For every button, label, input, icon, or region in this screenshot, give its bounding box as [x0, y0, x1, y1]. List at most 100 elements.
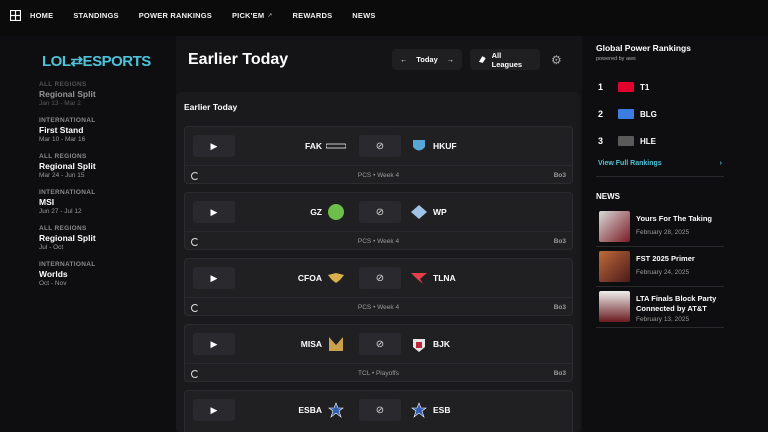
event-region: INTERNATIONAL: [39, 117, 96, 124]
match-card[interactable]: ▶ CFOA ⊘ TLNA PCS • Week 4 Bo3: [184, 258, 573, 316]
match-card[interactable]: ▶ FAK ⊘ HKUF PCS • Week 4 Bo3: [184, 126, 573, 184]
spoiler-hidden-icon[interactable]: ⊘: [359, 201, 401, 223]
schedule-main: Earlier Today ← Today → All Leagues ⚙ Ea…: [176, 36, 582, 432]
match-card[interactable]: ▶ MISA ⊘ BJK TCL • Playoffs Bo3: [184, 324, 573, 382]
arrow-left-icon[interactable]: ←: [400, 55, 408, 64]
best-of: Bo3: [553, 370, 566, 377]
team1-logo: [326, 137, 346, 155]
league-stage: PCS • Week 4: [357, 238, 400, 245]
news-title: FST 2025 Primer: [636, 254, 695, 263]
arrow-right-icon[interactable]: →: [447, 55, 455, 64]
team1-logo: [326, 401, 346, 419]
gear-icon[interactable]: ⚙: [551, 53, 562, 67]
rank-number: 2: [598, 109, 604, 119]
team2-logo: [409, 335, 429, 353]
date-navigator: ← Today →: [392, 49, 462, 70]
team2-code: ESB: [433, 405, 451, 415]
nav-pickem[interactable]: PICK'EM ↗: [232, 11, 273, 20]
event-regional-split-3[interactable]: ALL REGIONS Regional Split Jul - Oct: [39, 225, 96, 252]
match-footer: TCL • Playoffs Bo3: [185, 363, 572, 383]
event-worlds[interactable]: INTERNATIONAL Worlds Oct - Nov: [39, 261, 96, 288]
play-vod-button[interactable]: ▶: [193, 135, 235, 157]
nav-pickem-label: PICK'EM: [231, 10, 265, 20]
hle-logo: [618, 136, 634, 146]
event-region: ALL REGIONS: [39, 153, 87, 160]
blg-logo: [618, 109, 634, 119]
view-full-rankings-link[interactable]: View Full Rankings ›: [598, 160, 722, 167]
divider: [596, 176, 724, 177]
news-title: LTA Finals Block Party Connected by AT&T: [636, 294, 717, 313]
news-item[interactable]: FST 2025 Primer February 24, 2025: [599, 251, 729, 283]
news-date: February 24, 2025: [636, 269, 690, 276]
news-item[interactable]: Yours For The Taking February 28, 2025: [599, 211, 729, 243]
team1-code: ESBA: [298, 405, 322, 415]
divider: [596, 246, 724, 247]
spoiler-hidden-icon[interactable]: ⊘: [359, 267, 401, 289]
news-date: February 28, 2025: [636, 229, 690, 236]
menu-grid-icon[interactable]: [0, 0, 30, 30]
divider: [596, 286, 724, 287]
match-footer: PCS • Week 4 Bo3: [185, 231, 572, 251]
event-name: Regional Split: [39, 161, 96, 171]
event-regional-split-2[interactable]: ALL REGIONS Regional Split Mar 24 - Jun …: [39, 153, 96, 180]
event-name: First Stand: [39, 125, 84, 135]
team2-code: BJK: [433, 339, 451, 349]
event-region: ALL REGIONS: [39, 81, 87, 88]
match-footer: PCS • Week 4 Bo3: [185, 165, 572, 185]
nav-home[interactable]: HOME: [30, 11, 53, 20]
season-events: ALL REGIONS Regional Split Jan 13 - Mar …: [39, 81, 96, 297]
play-vod-button[interactable]: ▶: [193, 201, 235, 223]
lol-esports-logo[interactable]: LOL⇄ESPORTS: [42, 52, 151, 70]
event-msi[interactable]: INTERNATIONAL MSI Jun 27 - Jul 12: [39, 189, 96, 216]
spoiler-hidden-icon[interactable]: ⊘: [359, 333, 401, 355]
ranking-row[interactable]: 2 BLG: [598, 109, 657, 119]
chevron-right-icon: ›: [719, 160, 722, 167]
power-rankings-title: Global Power Rankings: [596, 43, 691, 53]
ranking-row[interactable]: 3 HLE: [598, 136, 656, 146]
powered-by-aws: powered by aws: [596, 56, 636, 62]
t1-logo: [618, 82, 634, 92]
play-vod-button[interactable]: ▶: [193, 399, 235, 421]
event-region: INTERNATIONAL: [39, 189, 96, 196]
news-date: February 13, 2025: [636, 316, 690, 323]
event-dates: Mar 10 - Mar 16: [39, 136, 86, 143]
news-thumbnail: [599, 291, 630, 322]
news-item[interactable]: LTA Finals Block Party Connected by AT&T…: [599, 291, 729, 323]
event-regional-split-1[interactable]: ALL REGIONS Regional Split Jan 13 - Mar …: [39, 81, 96, 108]
play-icon: ▶: [210, 338, 218, 349]
play-icon: ▶: [210, 140, 218, 151]
nav-news[interactable]: NEWS: [352, 11, 375, 20]
team1-code: GZ: [310, 207, 322, 217]
team-code: T1: [640, 82, 650, 92]
team2-logo: [409, 203, 429, 221]
spoiler-hidden-icon[interactable]: ⊘: [359, 399, 401, 421]
event-first-stand[interactable]: INTERNATIONAL First Stand Mar 10 - Mar 1…: [39, 117, 96, 144]
event-dates: Oct - Nov: [39, 280, 67, 287]
view-full-rankings-label: View Full Rankings: [598, 160, 662, 167]
event-name: Regional Split: [39, 233, 96, 243]
event-name: Worlds: [39, 269, 68, 279]
team2-code: TLNA: [433, 273, 456, 283]
league-filter-button[interactable]: All Leagues: [470, 49, 540, 70]
team2-logo: [409, 269, 429, 287]
play-icon: ▶: [210, 272, 218, 283]
event-name: MSI: [39, 197, 55, 207]
spoiler-hidden-icon[interactable]: ⊘: [359, 135, 401, 157]
play-vod-button[interactable]: ▶: [193, 267, 235, 289]
ranking-row[interactable]: 1 T1: [598, 82, 649, 92]
team1-code: FAK: [305, 141, 322, 151]
team1-logo: [326, 335, 346, 353]
team2-logo: [409, 137, 429, 155]
nav-rewards[interactable]: REWARDS: [293, 11, 333, 20]
match-card[interactable]: ▶ ESBA ⊘ ESB: [184, 390, 573, 432]
team-code: BLG: [640, 109, 657, 119]
match-card[interactable]: ▶ GZ ⊘ WP PCS • Week 4 Bo3: [184, 192, 573, 250]
nav-standings[interactable]: STANDINGS: [73, 11, 118, 20]
team1-code: CFOA: [297, 273, 322, 283]
play-vod-button[interactable]: ▶: [193, 333, 235, 355]
news-title: Yours For The Taking: [636, 214, 712, 223]
nav-power-rankings[interactable]: POWER RANKINGS: [139, 11, 212, 20]
today-button[interactable]: Today: [416, 55, 438, 64]
best-of: Bo3: [553, 238, 566, 245]
league-stage: PCS • Week 4: [357, 304, 400, 311]
